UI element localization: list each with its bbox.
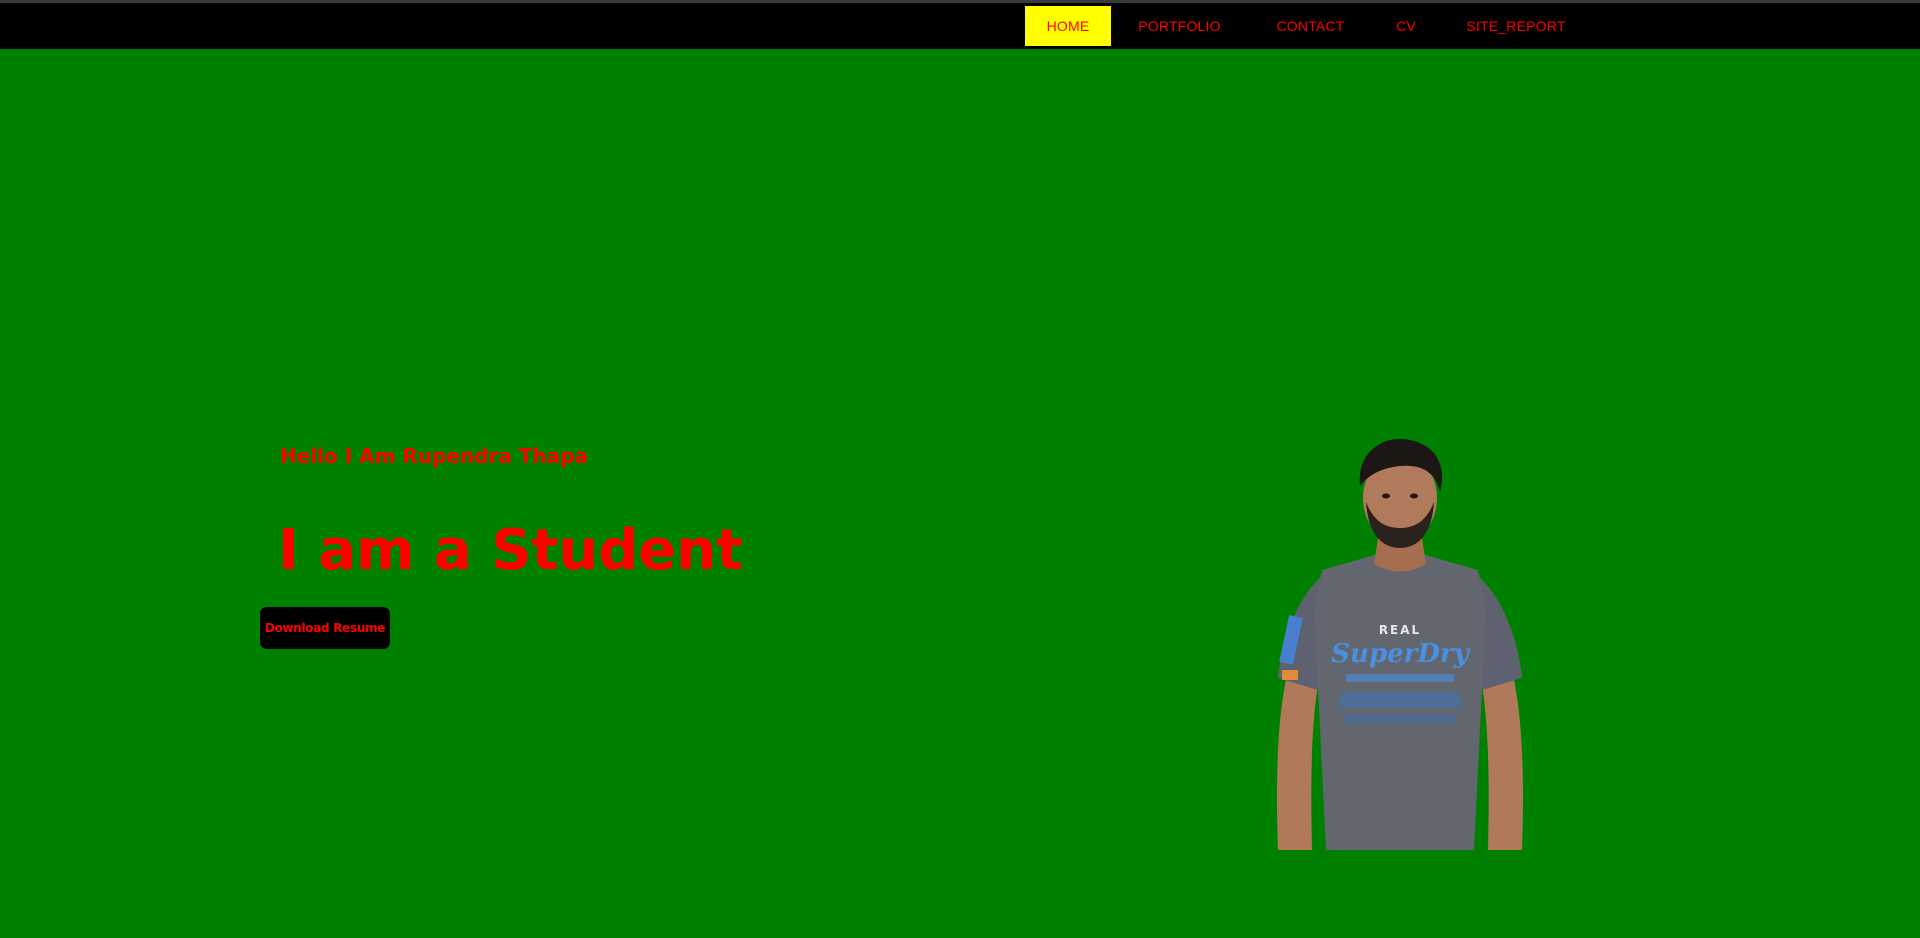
shirt-text-top: REAL [1379,623,1421,637]
download-resume-button[interactable]: Download Resume [260,607,390,649]
hero-greeting: Hello I Am Rupendra Thapa [280,444,588,468]
profile-photo: REAL SuperDry [1276,438,1524,850]
nav-home[interactable]: HOME [1025,6,1111,46]
shirt-text-brand: SuperDry [1331,639,1470,669]
nav-site-report[interactable]: SITE_REPORT [1439,6,1593,46]
hero-role-title: I am a Student [278,518,743,583]
nav-contact[interactable]: CONTACT [1248,6,1373,46]
nav-portfolio[interactable]: PORTFOLIO [1111,6,1248,46]
navbar: HOME PORTFOLIO CONTACT CV SITE_REPORT [0,3,1920,49]
nav-menu: HOME PORTFOLIO CONTACT CV SITE_REPORT [1025,6,1593,46]
nav-cv[interactable]: CV [1373,6,1439,46]
